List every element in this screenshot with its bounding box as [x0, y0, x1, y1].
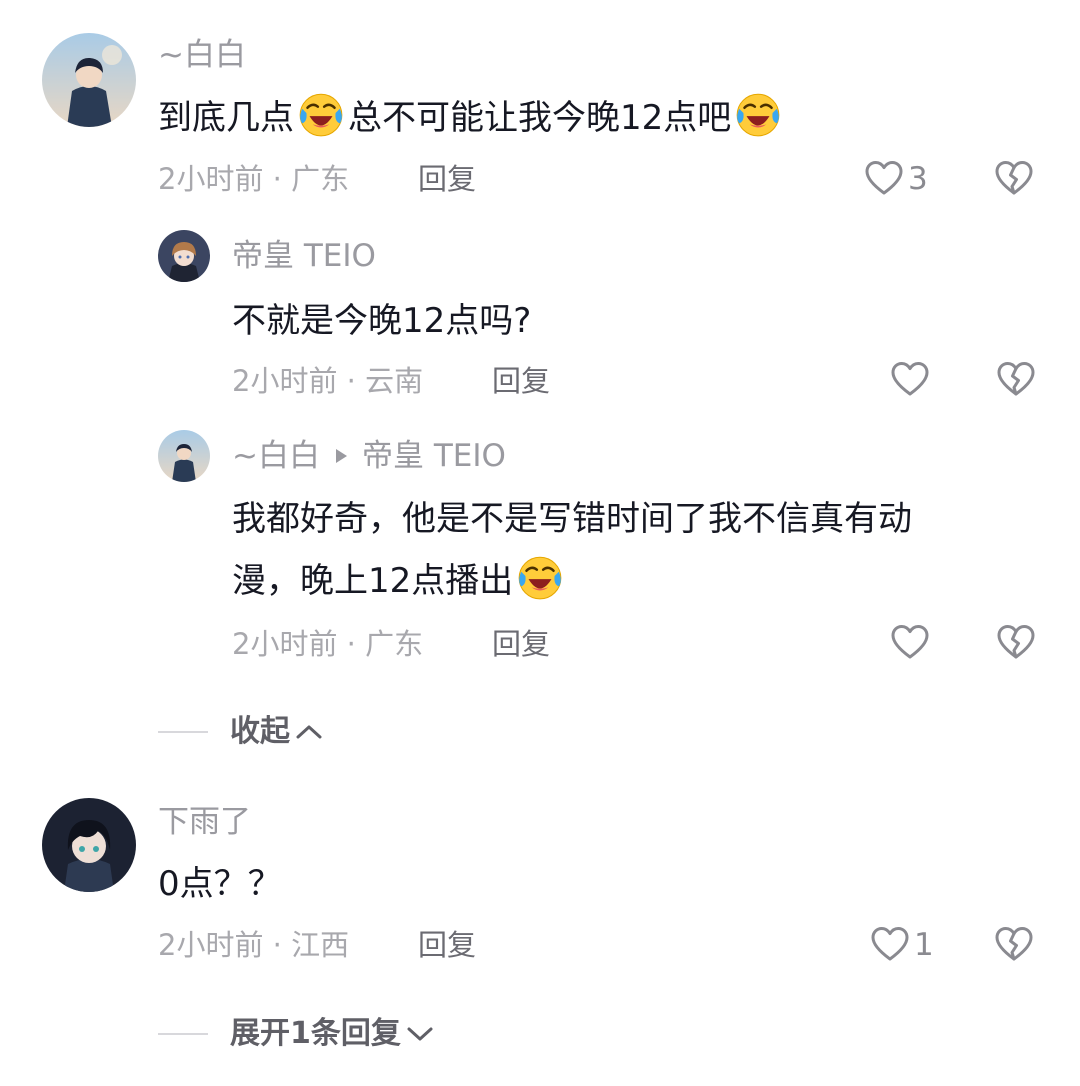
like-count: 3 — [908, 161, 928, 197]
heart-outline-icon — [870, 925, 910, 965]
dislike-button[interactable] — [994, 925, 1034, 969]
reply-button[interactable]: 回复 — [492, 624, 550, 664]
collapse-label: 收起 — [230, 714, 290, 749]
like-button[interactable]: 3 — [864, 159, 928, 199]
reply-button[interactable]: 回复 — [418, 159, 476, 199]
comment-text: 到底几点 — [158, 98, 294, 138]
dislike-button[interactable] — [994, 159, 1034, 203]
divider-line — [158, 731, 208, 733]
reply-target[interactable]: 帝皇 TEIO — [362, 438, 506, 474]
comment-username[interactable]: 下雨了 — [158, 802, 251, 842]
broken-heart-icon — [996, 360, 1036, 400]
expand-label: 展开1条回复 — [230, 1016, 401, 1051]
chevron-up-icon — [296, 725, 322, 739]
chevron-down-icon — [407, 1027, 433, 1041]
dislike-button[interactable] — [996, 360, 1036, 404]
dislike-button[interactable] — [996, 623, 1036, 667]
reply-button[interactable]: 回复 — [492, 361, 550, 401]
broken-heart-icon — [996, 623, 1036, 663]
laughing-crying-emoji-icon — [515, 552, 565, 602]
reply-text-line: 我都好奇，他是不是写错时间了我不信真有动 — [232, 499, 912, 539]
laughing-crying-emoji-icon — [296, 89, 346, 139]
comment-username[interactable]: ~白白 — [158, 35, 246, 75]
reply-button[interactable]: 回复 — [418, 925, 476, 965]
heart-outline-icon — [864, 159, 904, 199]
reply-meta: 2小时前 · 云南 — [232, 364, 424, 398]
heart-outline-icon — [890, 360, 930, 400]
like-count: 1 — [914, 927, 934, 963]
triangle-right-icon — [335, 449, 347, 463]
reply-username: ~白白 帝皇 TEIO — [232, 436, 506, 476]
heart-outline-icon — [890, 623, 930, 663]
reply-text-line: 漫，晚上12点播出 — [232, 550, 912, 612]
reply-content: 我都好奇，他是不是写错时间了我不信真有动 漫，晚上12点播出 — [232, 488, 912, 612]
avatar[interactable] — [42, 798, 136, 892]
laughing-crying-emoji-icon — [733, 89, 783, 139]
divider-line — [158, 1033, 208, 1035]
like-button[interactable] — [890, 623, 930, 663]
reply-author[interactable]: ~白白 — [232, 438, 320, 474]
avatar[interactable] — [42, 33, 136, 127]
like-button[interactable]: 1 — [870, 925, 934, 965]
broken-heart-icon — [994, 925, 1034, 965]
reply-text: 漫，晚上12点播出 — [232, 561, 514, 601]
avatar[interactable] — [158, 230, 210, 282]
reply-username[interactable]: 帝皇 TEIO — [232, 236, 376, 276]
reply-meta: 2小时前 · 广东 — [232, 627, 424, 661]
comment-text: 总不可能让我今晚12点吧 — [348, 98, 732, 138]
comment-content: 0点？？ — [158, 864, 282, 904]
collapse-replies-button[interactable]: 收起 — [158, 712, 324, 752]
broken-heart-icon — [994, 159, 1034, 199]
comment-meta: 2小时前 · 广东 — [158, 162, 350, 196]
expand-replies-button[interactable]: 展开1条回复 — [158, 1014, 435, 1054]
comment-content: 到底几点 总不可能让我今晚12点吧 — [158, 87, 785, 149]
comment-meta: 2小时前 · 江西 — [158, 928, 350, 962]
like-button[interactable] — [890, 360, 930, 400]
avatar[interactable] — [158, 430, 210, 482]
reply-content: 不就是今晚12点吗? — [232, 301, 532, 341]
